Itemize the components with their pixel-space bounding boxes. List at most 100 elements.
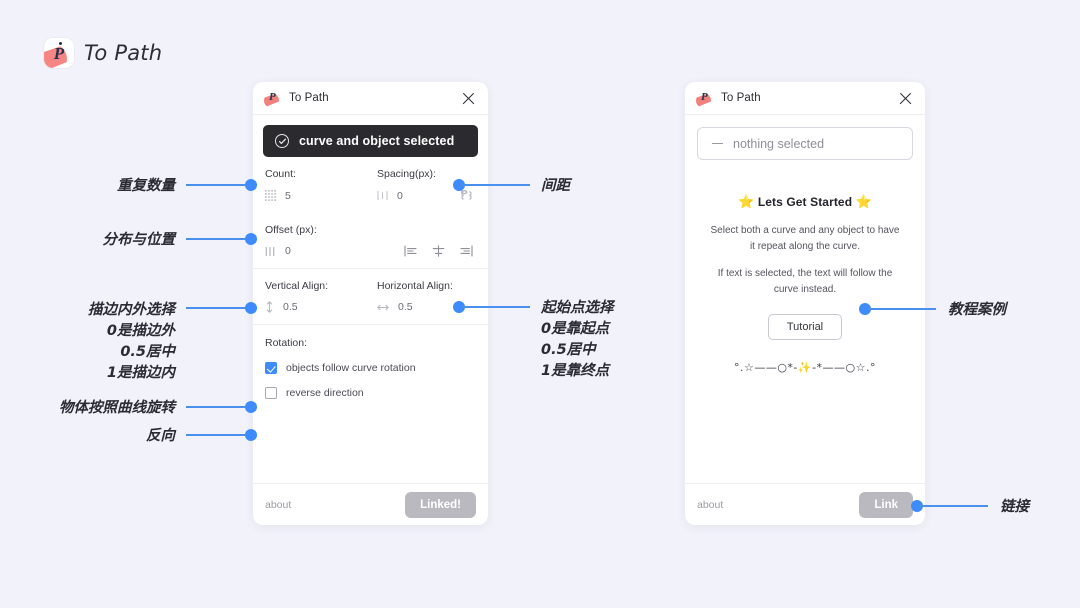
panel-footer: about Linked! — [253, 483, 488, 525]
annotation-dot — [245, 429, 257, 441]
align-button-group — [404, 245, 476, 257]
app-brand: P To Path — [44, 38, 162, 68]
align-left-icon[interactable] — [404, 245, 417, 257]
spacing-icon — [377, 190, 388, 201]
about-link[interactable]: about — [697, 499, 723, 511]
annotation-dot — [245, 233, 257, 245]
to-path-logo-icon: P — [44, 38, 74, 68]
follow-rotation-row[interactable]: objects follow curve rotation — [265, 349, 476, 374]
spacing-field[interactable]: 0 — [377, 190, 403, 202]
count-spacing-fields: 5 0 — [265, 180, 476, 213]
horizontal-align-value[interactable]: 0.5 — [398, 301, 413, 313]
panel-titlebar: P To Path — [685, 82, 925, 115]
status-banner-selected: curve and object selected — [263, 125, 478, 157]
offset-field[interactable]: 0 — [265, 245, 377, 257]
offset-fields: 0 — [265, 236, 476, 268]
annotation-dot — [245, 302, 257, 314]
annotation-leader-line — [868, 308, 936, 310]
status-banner-label: nothing selected — [733, 136, 825, 151]
help-text-2: If text is selected, the text will follo… — [717, 268, 893, 295]
screenshot-root: P To Path P To Path curve and object sel… — [0, 0, 1080, 608]
status-banner-empty: nothing selected — [697, 127, 913, 160]
annotation-dot — [245, 179, 257, 191]
panel-footer: about Link — [685, 483, 925, 525]
arrows-horizontal-icon — [377, 303, 389, 312]
help-text-1: Select both a curve and any object to ha… — [710, 225, 900, 252]
close-icon[interactable] — [898, 91, 913, 106]
reverse-direction-checkbox[interactable] — [265, 387, 277, 399]
brand-name: To Path — [84, 41, 163, 65]
annotation-leader-line — [186, 184, 248, 186]
dash-icon — [712, 142, 723, 145]
dot-grid-icon — [265, 190, 276, 201]
tutorial-button-wrap: Tutorial — [685, 314, 925, 340]
panel-title: To Path — [289, 92, 329, 104]
count-field[interactable]: 5 — [265, 190, 377, 202]
annotation-spacing-label: 间距 — [541, 178, 570, 194]
vertical-align-label: Vertical Align: — [265, 280, 329, 292]
follow-rotation-checkbox[interactable] — [265, 362, 277, 374]
annotation-vertical-align-label: 描边内外选择 0是描边外 0.5居中 1是描边内 — [88, 302, 175, 382]
annotation-leader-line — [186, 307, 248, 309]
star-icon: ⭐ — [738, 194, 755, 209]
about-link[interactable]: about — [265, 499, 291, 511]
annotation-offset-label: 分布与位置 — [102, 232, 176, 248]
offset-value[interactable]: 0 — [285, 245, 291, 257]
panel-body: nothing selected ⭐ Lets Get Started ⭐ Se… — [685, 115, 925, 483]
reverse-direction-label: reverse direction — [286, 387, 364, 399]
link-chain-icon[interactable] — [461, 189, 476, 202]
align-center-icon[interactable] — [432, 245, 445, 257]
status-banner-label: curve and object selected — [299, 134, 455, 148]
annotation-tutorial-label: 教程案例 — [948, 302, 1006, 318]
get-started-text: Lets Get Started — [757, 195, 853, 209]
panel-titlebar: P To Path — [253, 82, 488, 115]
align-fields: 0.5 0.5 — [265, 292, 476, 324]
count-value[interactable]: 5 — [285, 190, 291, 202]
offset-label: Offset (px): — [265, 224, 317, 236]
to-path-logo-icon: P — [264, 91, 280, 108]
annotation-leader-line — [186, 238, 248, 240]
tutorial-button[interactable]: Tutorial — [767, 314, 843, 340]
spacing-label: Spacing(px): — [377, 168, 436, 180]
annotation-dot — [245, 401, 257, 413]
annotation-leader-line — [186, 434, 248, 436]
check-circle-icon — [275, 134, 289, 148]
annotation-leader-line — [462, 184, 530, 186]
to-path-logo-icon: P — [696, 91, 712, 108]
annotation-reverse-label: 反向 — [146, 428, 175, 444]
annotation-follow-rotation-label: 物体按照曲线旋转 — [59, 400, 175, 416]
annotation-leader-line — [186, 406, 248, 408]
vertical-align-value[interactable]: 0.5 — [283, 301, 298, 313]
horizontal-align-field[interactable]: 0.5 — [377, 301, 413, 313]
rotation-label: Rotation: — [265, 337, 308, 349]
rotation-section: Rotation: objects follow curve rotation … — [253, 325, 488, 399]
close-icon[interactable] — [461, 91, 476, 106]
annotation-count-label: 重复数量 — [117, 178, 175, 194]
star-icon: ⭐ — [855, 194, 872, 209]
bars-icon — [265, 246, 276, 257]
offset-section: Offset (px): 0 — [253, 213, 488, 268]
link-button[interactable]: Link — [859, 491, 913, 518]
get-started-heading: ⭐ Lets Get Started ⭐ — [685, 194, 925, 210]
to-path-panel-empty: P To Path nothing selected ⭐ Lets Get St… — [685, 82, 925, 525]
annotation-leader-line — [920, 505, 988, 507]
align-labels: Vertical Align: Horizontal Align: — [265, 269, 476, 292]
follow-rotation-label: objects follow curve rotation — [286, 362, 416, 374]
annotation-leader-line — [462, 306, 530, 308]
arrows-vertical-icon — [265, 301, 274, 313]
offset-labels: Offset (px): — [265, 213, 476, 236]
align-section: Vertical Align: Horizontal Align: 0.5 0.… — [253, 269, 488, 324]
horizontal-align-label: Horizontal Align: — [377, 280, 453, 292]
count-spacing-labels: Count: Spacing(px): — [265, 157, 476, 180]
linked-button[interactable]: Linked! — [405, 491, 476, 518]
annotation-link-label: 链接 — [1000, 499, 1029, 515]
count-label: Count: — [265, 168, 296, 180]
panel-body: curve and object selected Count: Spacing… — [253, 115, 488, 483]
vertical-align-field[interactable]: 0.5 — [265, 301, 377, 313]
panel-title: To Path — [721, 92, 761, 104]
annotation-horizontal-align-label: 起始点选择 0是靠起点 0.5居中 1是靠终点 — [541, 300, 614, 380]
reverse-direction-row[interactable]: reverse direction — [265, 374, 476, 399]
decorative-divider: °.☆——○*-✨-*——○☆.° — [733, 361, 877, 374]
spacing-value[interactable]: 0 — [397, 190, 403, 202]
align-right-icon[interactable] — [460, 245, 473, 257]
